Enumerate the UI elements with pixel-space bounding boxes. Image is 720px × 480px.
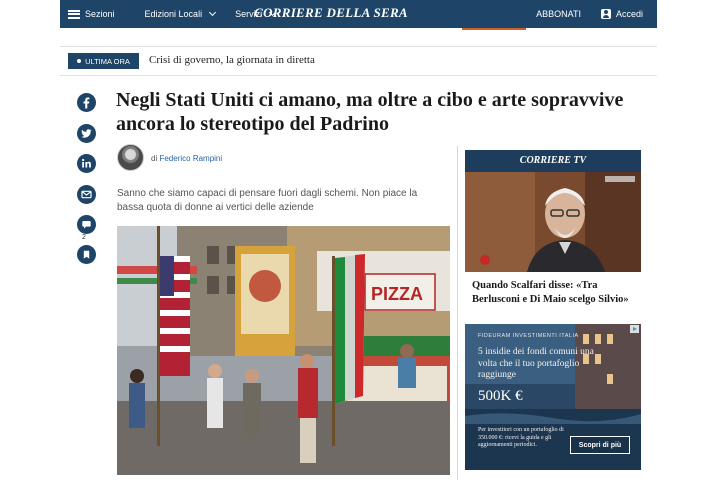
- ad-headline: 5 insidie dei fondi comuni una volta che…: [478, 347, 594, 380]
- local-editions-label: Edizioni Locali: [144, 9, 203, 19]
- local-editions-menu[interactable]: Edizioni Locali: [137, 0, 224, 28]
- breaking-badge-label: ULTIMA ORA: [85, 56, 130, 66]
- login-label: Accedi: [615, 9, 643, 19]
- byline-prefix: di: [151, 154, 158, 163]
- parade-photo-illustration: PIZZA: [117, 226, 450, 475]
- ad-footnote: Per investitori con un portafoglio di 35…: [478, 427, 564, 448]
- tv-video-thumbnail[interactable]: [465, 172, 641, 272]
- email-share-button[interactable]: [77, 185, 96, 204]
- comment-count: 2: [82, 234, 86, 241]
- interview-thumbnail-illustration: [465, 172, 641, 272]
- login-button[interactable]: Accedi: [593, 0, 657, 28]
- author-link[interactable]: Federico Rampini: [159, 154, 222, 163]
- linkedin-share-button[interactable]: [77, 154, 96, 173]
- byline: di Federico Rampini: [151, 154, 222, 163]
- article-photo[interactable]: PIZZA: [117, 226, 450, 475]
- comment-icon: [82, 221, 91, 229]
- ad-cta-button[interactable]: Scopri di più: [570, 436, 630, 454]
- advertisement-banner[interactable]: FIDEURAM INVESTIMENTI ITALIA 5 insidie d…: [465, 324, 641, 470]
- facebook-share-button[interactable]: [77, 93, 96, 112]
- sections-menu[interactable]: Sezioni: [60, 0, 123, 28]
- author-avatar[interactable]: [117, 144, 144, 171]
- mail-icon: [81, 190, 92, 199]
- corriere-tv-widget[interactable]: CORRIERE TV: [465, 150, 641, 272]
- bookmark-icon: [83, 250, 90, 259]
- subscribe-link[interactable]: ABBONATI: [528, 0, 593, 28]
- tv-video-caption-link[interactable]: Quando Scalfari disse: «Tra Berlusconi e…: [472, 279, 642, 307]
- sidebar-divider: [457, 146, 458, 480]
- hamburger-icon: [68, 9, 80, 19]
- divider: [60, 46, 657, 47]
- facebook-icon: [83, 97, 90, 109]
- adchoices-icon[interactable]: [630, 325, 639, 333]
- linkedin-icon: [82, 158, 91, 168]
- accent-strip: [462, 28, 526, 30]
- corriere-tv-label: CORRIERE TV: [519, 155, 587, 166]
- sections-label: Sezioni: [85, 9, 115, 19]
- bookmark-button[interactable]: [77, 245, 96, 264]
- twitter-share-button[interactable]: [77, 124, 96, 143]
- chevron-down-icon: [209, 8, 217, 17]
- live-dot-icon: [77, 59, 82, 63]
- ad-brand: FIDEURAM INVESTIMENTI ITALIA: [478, 333, 579, 339]
- masthead-logo[interactable]: CORRIERE DELLA SERA: [236, 5, 426, 21]
- breaking-news-link[interactable]: Crisi di governo, la giornata in diretta: [149, 54, 315, 66]
- article-subtitle: Sanno che siamo capaci di pensare fuori …: [117, 188, 418, 213]
- subscribe-label: ABBONATI: [536, 9, 581, 19]
- divider: [60, 75, 657, 76]
- ad-amount: 500K €: [478, 388, 523, 404]
- article-headline: Negli Stati Uniti ci amano, ma oltre a c…: [116, 89, 624, 135]
- user-icon: [600, 9, 611, 19]
- breaking-badge[interactable]: ULTIMA ORA: [68, 53, 139, 69]
- photo-pizza-sign: PIZZA: [371, 284, 423, 304]
- twitter-icon: [81, 129, 92, 138]
- comments-button[interactable]: [77, 215, 96, 234]
